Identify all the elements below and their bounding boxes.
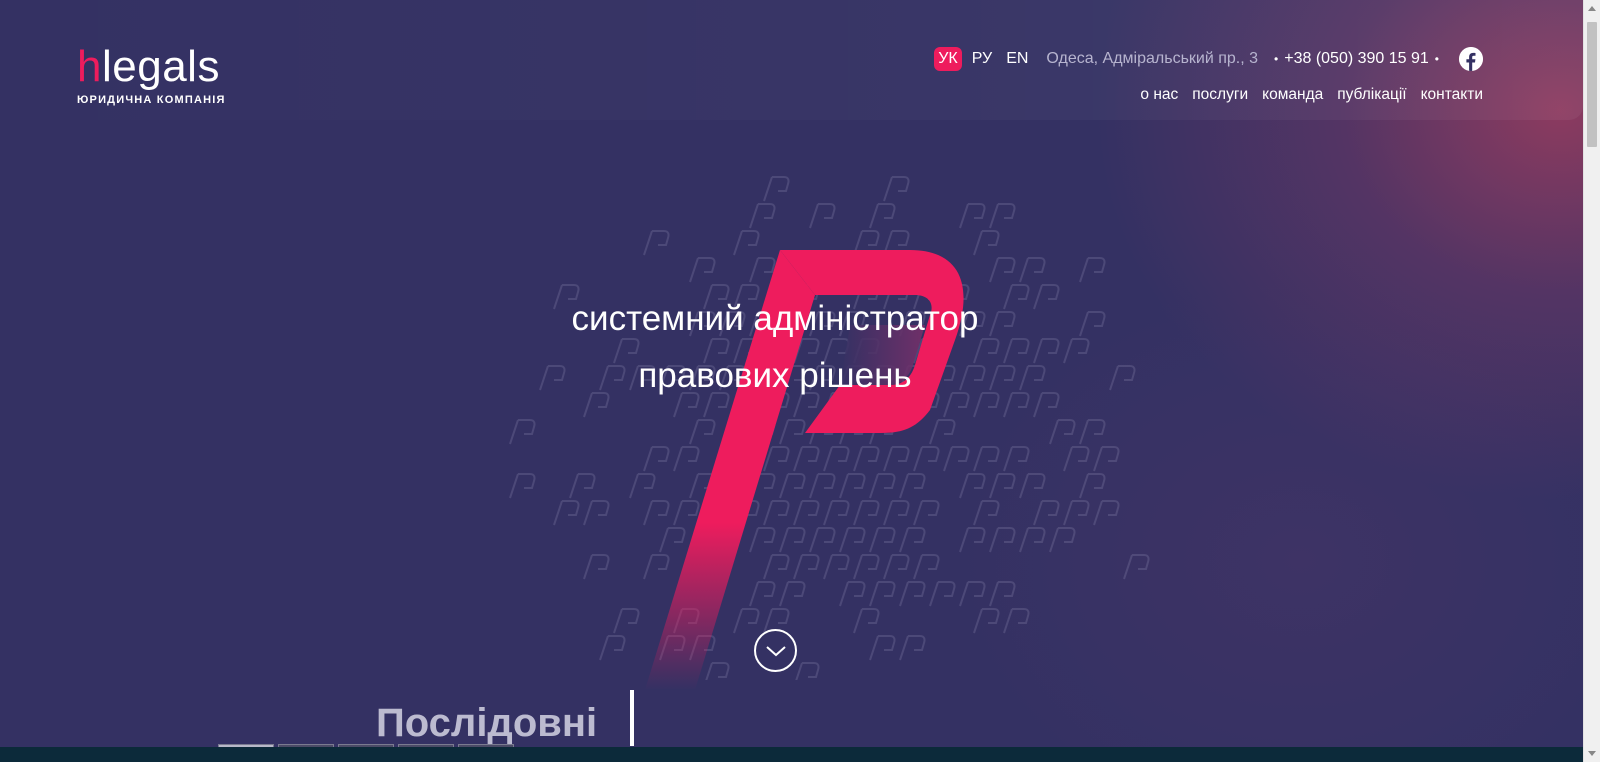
pattern-glyph bbox=[989, 473, 1016, 499]
pattern-glyph bbox=[1109, 365, 1136, 391]
pattern-glyph bbox=[869, 203, 896, 229]
scroll-up-arrow-icon[interactable] bbox=[1588, 6, 1596, 11]
nav-publications[interactable]: публікації bbox=[1337, 86, 1406, 104]
scroll-down-button[interactable] bbox=[754, 629, 797, 672]
pattern-glyph bbox=[989, 203, 1016, 229]
pattern-glyph bbox=[883, 176, 910, 202]
pattern-glyph bbox=[989, 257, 1016, 283]
pattern-glyph bbox=[569, 473, 596, 499]
pattern-glyph bbox=[613, 608, 640, 634]
pattern-glyph bbox=[599, 635, 626, 661]
section-divider bbox=[630, 690, 634, 746]
pattern-glyph bbox=[989, 527, 1016, 553]
pattern-glyph bbox=[583, 500, 610, 526]
pattern-glyph bbox=[1033, 500, 1060, 526]
nav-contacts[interactable]: контакти bbox=[1421, 86, 1483, 104]
pattern-glyph bbox=[763, 176, 790, 202]
scrollbar-thumb[interactable] bbox=[1587, 22, 1597, 147]
facebook-icon[interactable] bbox=[1459, 47, 1483, 71]
nav-services[interactable]: послуги bbox=[1192, 86, 1248, 104]
pattern-glyph bbox=[509, 419, 536, 445]
nav-team[interactable]: команда bbox=[1262, 86, 1323, 104]
pattern-glyph bbox=[749, 203, 776, 229]
address: Одеса, Адміральський пр., 3 bbox=[1046, 50, 1259, 67]
logo[interactable]: hlegals ЮРИДИЧНА КОМПАНІЯ bbox=[77, 44, 226, 107]
logo-subtitle: ЮРИДИЧНА КОМПАНІЯ bbox=[77, 94, 226, 106]
pattern-glyph bbox=[1019, 527, 1046, 553]
pattern-glyph bbox=[959, 203, 986, 229]
pattern-glyph bbox=[583, 554, 610, 580]
logo-wordmark-rest: legals bbox=[101, 42, 220, 91]
hero-title: системний адміністратор правових рішень bbox=[500, 290, 1050, 404]
page-viewport: hlegals ЮРИДИЧНА КОМПАНІЯ УК РУ EN Одеса… bbox=[0, 0, 1583, 762]
section-heading: Послідовні bbox=[376, 701, 598, 745]
pattern-glyph bbox=[1003, 608, 1030, 634]
chevron-down-icon bbox=[765, 645, 786, 656]
pattern-glyph bbox=[1019, 473, 1046, 499]
pattern-glyph bbox=[1079, 311, 1106, 337]
pattern-glyph bbox=[1063, 500, 1090, 526]
pattern-glyph bbox=[1003, 446, 1030, 472]
pattern-glyph bbox=[1079, 257, 1106, 283]
facebook-glyph bbox=[1459, 47, 1483, 71]
logo-wordmark: hlegals bbox=[77, 44, 226, 90]
pattern-glyph bbox=[1093, 446, 1120, 472]
pattern-glyph bbox=[1049, 419, 1076, 445]
lang-ru[interactable]: РУ bbox=[968, 47, 996, 71]
lang-uk[interactable]: УК bbox=[934, 47, 962, 71]
logo-wordmark-h: h bbox=[77, 42, 102, 91]
hero-title-line2: правових рішень bbox=[638, 356, 912, 395]
bottom-strip bbox=[0, 747, 1583, 762]
pattern-glyph bbox=[989, 581, 1016, 607]
header: hlegals ЮРИДИЧНА КОМПАНІЯ УК РУ EN Одеса… bbox=[0, 0, 1583, 120]
nav-about[interactable]: о нас bbox=[1140, 86, 1178, 104]
pattern-glyph bbox=[1019, 257, 1046, 283]
phone-link[interactable]: +38 (050) 390 15 91 bbox=[1284, 50, 1429, 68]
separator-dot: • bbox=[1274, 52, 1279, 66]
pattern-glyph bbox=[1093, 500, 1120, 526]
pattern-glyph bbox=[1049, 527, 1076, 553]
pattern-glyph bbox=[553, 500, 580, 526]
pattern-glyph bbox=[1123, 554, 1150, 580]
pattern-glyph bbox=[1063, 446, 1090, 472]
pattern-glyph bbox=[809, 203, 836, 229]
hero-title-line1: системний адміністратор bbox=[571, 299, 979, 338]
pattern-glyph bbox=[1079, 419, 1106, 445]
separator-dot: • bbox=[1434, 52, 1439, 66]
page-scrollbar[interactable] bbox=[1583, 0, 1600, 762]
lang-en[interactable]: EN bbox=[1002, 47, 1032, 71]
main-nav: о нас послуги команда публікації контакт… bbox=[1140, 86, 1483, 104]
pattern-glyph bbox=[1079, 473, 1106, 499]
pattern-glyph bbox=[1063, 338, 1090, 364]
pattern-glyph bbox=[509, 473, 536, 499]
scroll-down-arrow-icon[interactable] bbox=[1588, 751, 1596, 756]
header-contacts: УК РУ EN Одеса, Адміральський пр., 3 • +… bbox=[934, 46, 1483, 72]
